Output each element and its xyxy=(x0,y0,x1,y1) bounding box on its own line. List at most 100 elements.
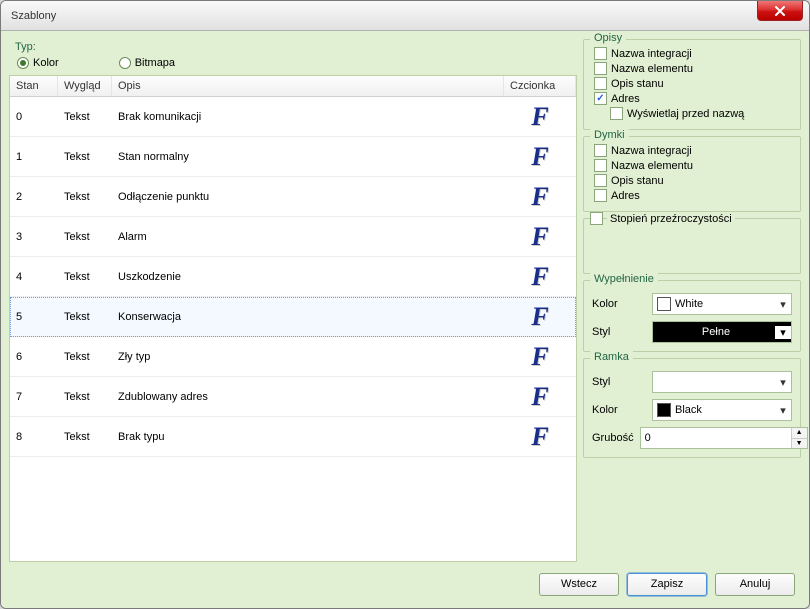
chk-label: Nazwa integracji xyxy=(611,145,692,157)
cell-stan: 2 xyxy=(10,187,58,207)
cell-wyglad: Tekst xyxy=(58,267,112,287)
back-button[interactable]: Wstecz xyxy=(539,573,619,596)
cell-stan: 7 xyxy=(10,387,58,407)
checkbox-icon xyxy=(594,159,607,172)
col-czcionka[interactable]: Czcionka xyxy=(504,76,576,96)
frame-thickness-input[interactable] xyxy=(641,428,791,448)
chk-label: Nazwa elementu xyxy=(611,63,693,75)
font-icon: F xyxy=(531,224,548,250)
chevron-down-icon: ▾ xyxy=(775,404,791,417)
radio-dot-icon xyxy=(17,57,29,69)
client-area: Typ: Kolor Bitmapa Stan Wygląd xyxy=(1,31,809,608)
chk-opisy-adres[interactable]: Adres xyxy=(592,91,792,106)
radio-kolor[interactable]: Kolor xyxy=(17,57,59,69)
titlebar: Szablony xyxy=(1,1,809,31)
frame-color-label: Kolor xyxy=(592,404,646,416)
chk-label: Nazwa elementu xyxy=(611,160,693,172)
chk-dymki-opis_stanu[interactable]: Opis stanu xyxy=(592,173,792,188)
frame-style-combo[interactable]: ▾ xyxy=(652,371,792,393)
chk-transparency[interactable]: Stopień przeźroczystości xyxy=(588,211,735,226)
radio-dot-icon xyxy=(119,57,131,69)
cell-czcionka[interactable]: F xyxy=(504,144,576,170)
fill-style-combo[interactable]: Pełne ▾ xyxy=(652,321,792,343)
table-body[interactable]: 0TekstBrak komunikacjiF1TekstStan normal… xyxy=(10,97,576,561)
frame-thickness-spinner[interactable]: ▲ ▼ xyxy=(640,427,808,449)
table-row[interactable]: 2TekstOdłączenie punktuF xyxy=(10,177,576,217)
cell-czcionka[interactable]: F xyxy=(504,264,576,290)
cell-opis: Alarm xyxy=(112,227,504,247)
checkbox-icon xyxy=(610,107,623,120)
radio-bitmapa-label: Bitmapa xyxy=(135,57,175,69)
group-ramka-legend: Ramka xyxy=(590,351,633,363)
cell-czcionka[interactable]: F xyxy=(504,304,576,330)
cell-stan: 3 xyxy=(10,227,58,247)
cell-opis: Zdublowany adres xyxy=(112,387,504,407)
table-row[interactable]: 4TekstUszkodzenieF xyxy=(10,257,576,297)
frame-thickness-label: Grubość xyxy=(592,432,634,444)
cell-opis: Brak komunikacji xyxy=(112,107,504,127)
cancel-button[interactable]: Anuluj xyxy=(715,573,795,596)
close-icon xyxy=(774,6,786,16)
cell-stan: 6 xyxy=(10,347,58,367)
font-icon: F xyxy=(531,424,548,450)
table-row[interactable]: 0TekstBrak komunikacjiF xyxy=(10,97,576,137)
cell-czcionka[interactable]: F xyxy=(504,184,576,210)
font-icon: F xyxy=(531,144,548,170)
spinner-down-icon[interactable]: ▼ xyxy=(792,439,807,449)
dialog-window: Szablony Typ: Kolor Bitmapa xyxy=(0,0,810,609)
table-row[interactable]: 7TekstZdublowany adres F xyxy=(10,377,576,417)
table-row[interactable]: 1TekstStan normalnyF xyxy=(10,137,576,177)
cell-czcionka[interactable]: F xyxy=(504,104,576,130)
group-wypelnienie: Wypełnienie Kolor White ▾ Styl Pełne xyxy=(583,280,801,352)
frame-color-combo[interactable]: Black ▾ xyxy=(652,399,792,421)
type-label: Typ: xyxy=(15,41,577,53)
cell-wyglad: Tekst xyxy=(58,187,112,207)
group-ramka: Ramka Styl ▾ Kolor Black ▾ xyxy=(583,358,801,458)
font-icon: F xyxy=(531,184,548,210)
font-icon: F xyxy=(531,264,548,290)
checkbox-icon xyxy=(594,174,607,187)
table-row[interactable]: 6TekstZły typF xyxy=(10,337,576,377)
chk-opisy-nazwa_integracji[interactable]: Nazwa integracji xyxy=(592,46,792,61)
chk-opisy-opis_stanu[interactable]: Opis stanu xyxy=(592,76,792,91)
cell-stan: 5 xyxy=(10,307,58,327)
table-row[interactable]: 5TekstKonserwacjaF xyxy=(10,297,576,337)
group-opisy: Opisy Nazwa integracjiNazwa elementuOpis… xyxy=(583,39,801,130)
chk-opisy-wyswietlaj_przed_nazwa[interactable]: Wyświetlaj przed nazwą xyxy=(592,106,792,121)
col-opis[interactable]: Opis xyxy=(112,76,504,96)
cell-wyglad: Tekst xyxy=(58,307,112,327)
col-stan[interactable]: Stan xyxy=(10,76,58,96)
table-row[interactable]: 3TekstAlarmF xyxy=(10,217,576,257)
cell-czcionka[interactable]: F xyxy=(504,224,576,250)
chk-label: Nazwa integracji xyxy=(611,48,692,60)
chevron-down-icon: ▾ xyxy=(775,298,791,311)
save-button[interactable]: Zapisz xyxy=(627,573,707,596)
close-button[interactable] xyxy=(757,1,803,21)
window-title: Szablony xyxy=(11,10,56,22)
cell-czcionka[interactable]: F xyxy=(504,344,576,370)
checkbox-icon xyxy=(590,212,603,225)
fill-color-label: Kolor xyxy=(592,298,646,310)
table-row[interactable]: 8TekstBrak typuF xyxy=(10,417,576,457)
spinner-up-icon[interactable]: ▲ xyxy=(792,428,807,439)
frame-color-value: Black xyxy=(675,404,775,416)
cell-wyglad: Tekst xyxy=(58,147,112,167)
chk-dymki-nazwa_integracji[interactable]: Nazwa integracji xyxy=(592,143,792,158)
group-opisy-legend: Opisy xyxy=(590,32,626,44)
font-icon: F xyxy=(531,384,548,410)
chk-label: Adres xyxy=(611,190,640,202)
chk-dymki-adres[interactable]: Adres xyxy=(592,188,792,203)
chk-transparency-label: Stopień przeźroczystości xyxy=(607,213,735,225)
cell-wyglad: Tekst xyxy=(58,387,112,407)
checkbox-icon xyxy=(594,92,607,105)
cell-czcionka[interactable]: F xyxy=(504,384,576,410)
chk-opisy-nazwa_elementu[interactable]: Nazwa elementu xyxy=(592,61,792,76)
fill-style-value: Pełne xyxy=(657,326,775,338)
cell-czcionka[interactable]: F xyxy=(504,424,576,450)
fill-color-combo[interactable]: White ▾ xyxy=(652,293,792,315)
cell-opis: Brak typu xyxy=(112,427,504,447)
col-wyglad[interactable]: Wygląd xyxy=(58,76,112,96)
radio-bitmapa[interactable]: Bitmapa xyxy=(119,57,175,69)
chk-dymki-nazwa_elementu[interactable]: Nazwa elementu xyxy=(592,158,792,173)
cell-stan: 1 xyxy=(10,147,58,167)
